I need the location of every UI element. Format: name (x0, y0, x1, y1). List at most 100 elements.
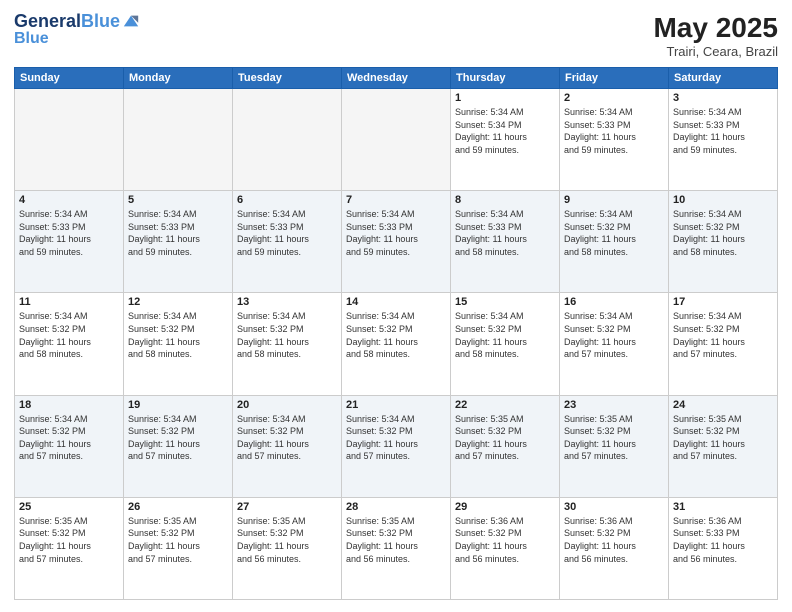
day-number: 31 (673, 501, 773, 513)
day-info: Sunrise: 5:34 AM Sunset: 5:32 PM Dayligh… (564, 208, 664, 258)
table-row: 31 Sunrise: 5:36 AM Sunset: 5:33 PM Dayli… (669, 497, 778, 599)
logo: GeneralBlue Blue (14, 12, 140, 48)
day-number: 4 (19, 194, 119, 206)
col-thursday: Thursday (451, 68, 560, 89)
table-row: 12 Sunrise: 5:34 AM Sunset: 5:32 PM Dayli… (124, 293, 233, 395)
location: Trairi, Ceara, Brazil (653, 44, 778, 59)
day-number: 25 (19, 501, 119, 513)
day-info: Sunrise: 5:34 AM Sunset: 5:33 PM Dayligh… (237, 208, 337, 258)
day-info: Sunrise: 5:34 AM Sunset: 5:33 PM Dayligh… (346, 208, 446, 258)
table-row: 7 Sunrise: 5:34 AM Sunset: 5:33 PM Daylig… (342, 191, 451, 293)
day-number: 24 (673, 399, 773, 411)
day-number: 23 (564, 399, 664, 411)
day-number: 11 (19, 296, 119, 308)
day-number: 28 (346, 501, 446, 513)
day-info: Sunrise: 5:34 AM Sunset: 5:32 PM Dayligh… (346, 310, 446, 360)
day-info: Sunrise: 5:34 AM Sunset: 5:33 PM Dayligh… (673, 106, 773, 156)
day-info: Sunrise: 5:34 AM Sunset: 5:32 PM Dayligh… (564, 310, 664, 360)
day-number: 10 (673, 194, 773, 206)
table-row: 13Sunrise: 5:34 AM Sunset: 5:32 PM Dayli… (233, 293, 342, 395)
day-number: 18 (19, 399, 119, 411)
day-info: Sunrise: 5:35 AM Sunset: 5:32 PM Dayligh… (346, 515, 446, 565)
table-row: 9 Sunrise: 5:34 AM Sunset: 5:32 PM Daylig… (560, 191, 669, 293)
day-info: Sunrise: 5:34 AM Sunset: 5:32 PM Dayligh… (128, 413, 228, 463)
table-row: 2 Sunrise: 5:34 AM Sunset: 5:33 PM Daylig… (560, 89, 669, 191)
table-row: 15 Sunrise: 5:34 AM Sunset: 5:32 PM Dayli… (451, 293, 560, 395)
table-row: 4 Sunrise: 5:34 AM Sunset: 5:33 PM Daylig… (15, 191, 124, 293)
header: GeneralBlue Blue May 2025 Trairi, Ceara,… (14, 12, 778, 59)
day-info: Sunrise: 5:34 AM Sunset: 5:32 PM Dayligh… (346, 413, 446, 463)
logo-icon (122, 12, 140, 30)
calendar-week-row: 25 Sunrise: 5:35 AM Sunset: 5:32 PM Dayli… (15, 497, 778, 599)
table-row: 10 Sunrise: 5:34 AM Sunset: 5:32 PM Dayli… (669, 191, 778, 293)
day-number: 19 (128, 399, 228, 411)
day-number: 22 (455, 399, 555, 411)
day-info: Sunrise: 5:36 AM Sunset: 5:33 PM Dayligh… (673, 515, 773, 565)
col-wednesday: Wednesday (342, 68, 451, 89)
table-row (233, 89, 342, 191)
day-info: Sunrise: 5:34 AM Sunset: 5:33 PM Dayligh… (19, 208, 119, 258)
table-row: 8Sunrise: 5:34 AM Sunset: 5:33 PM Daylig… (451, 191, 560, 293)
day-info: Sunrise: 5:34 AM Sunset: 5:32 PM Dayligh… (237, 413, 337, 463)
day-number: 1 (455, 92, 555, 104)
title-block: May 2025 Trairi, Ceara, Brazil (653, 12, 778, 59)
table-row: 6Sunrise: 5:34 AM Sunset: 5:33 PM Daylig… (233, 191, 342, 293)
table-row: 30Sunrise: 5:36 AM Sunset: 5:32 PM Dayli… (560, 497, 669, 599)
calendar-week-row: 18 Sunrise: 5:34 AM Sunset: 5:32 PM Dayli… (15, 395, 778, 497)
day-number: 12 (128, 296, 228, 308)
table-row: 24 Sunrise: 5:35 AM Sunset: 5:32 PM Dayli… (669, 395, 778, 497)
day-info: Sunrise: 5:35 AM Sunset: 5:32 PM Dayligh… (237, 515, 337, 565)
table-row (124, 89, 233, 191)
table-row: 21 Sunrise: 5:34 AM Sunset: 5:32 PM Dayli… (342, 395, 451, 497)
logo-blue: Blue (14, 30, 140, 48)
day-number: 8 (455, 194, 555, 206)
day-number: 29 (455, 501, 555, 513)
day-info: Sunrise: 5:36 AM Sunset: 5:32 PM Dayligh… (564, 515, 664, 565)
table-row: 11Sunrise: 5:34 AM Sunset: 5:32 PM Dayli… (15, 293, 124, 395)
table-row: 1 Sunrise: 5:34 AM Sunset: 5:34 PM Daylig… (451, 89, 560, 191)
day-info: Sunrise: 5:34 AM Sunset: 5:32 PM Dayligh… (19, 413, 119, 463)
page: GeneralBlue Blue May 2025 Trairi, Ceara,… (0, 0, 792, 612)
day-info: Sunrise: 5:34 AM Sunset: 5:32 PM Dayligh… (455, 310, 555, 360)
day-info: Sunrise: 5:36 AM Sunset: 5:32 PM Dayligh… (455, 515, 555, 565)
day-number: 7 (346, 194, 446, 206)
day-number: 27 (237, 501, 337, 513)
table-row: 25 Sunrise: 5:35 AM Sunset: 5:32 PM Dayli… (15, 497, 124, 599)
day-info: Sunrise: 5:34 AM Sunset: 5:32 PM Dayligh… (673, 208, 773, 258)
table-row: 26 Sunrise: 5:35 AM Sunset: 5:32 PM Dayli… (124, 497, 233, 599)
calendar-header-row: Sunday Monday Tuesday Wednesday Thursday… (15, 68, 778, 89)
day-info: Sunrise: 5:34 AM Sunset: 5:33 PM Dayligh… (564, 106, 664, 156)
day-number: 9 (564, 194, 664, 206)
calendar-week-row: 4 Sunrise: 5:34 AM Sunset: 5:33 PM Daylig… (15, 191, 778, 293)
calendar-week-row: 1 Sunrise: 5:34 AM Sunset: 5:34 PM Daylig… (15, 89, 778, 191)
day-info: Sunrise: 5:35 AM Sunset: 5:32 PM Dayligh… (564, 413, 664, 463)
table-row: 20Sunrise: 5:34 AM Sunset: 5:32 PM Dayli… (233, 395, 342, 497)
day-number: 21 (346, 399, 446, 411)
day-number: 26 (128, 501, 228, 513)
col-tuesday: Tuesday (233, 68, 342, 89)
day-number: 2 (564, 92, 664, 104)
day-number: 15 (455, 296, 555, 308)
table-row: 17 Sunrise: 5:34 AM Sunset: 5:32 PM Dayli… (669, 293, 778, 395)
day-info: Sunrise: 5:34 AM Sunset: 5:33 PM Dayligh… (128, 208, 228, 258)
table-row: 16Sunrise: 5:34 AM Sunset: 5:32 PM Dayli… (560, 293, 669, 395)
day-info: Sunrise: 5:35 AM Sunset: 5:32 PM Dayligh… (673, 413, 773, 463)
table-row: 29 Sunrise: 5:36 AM Sunset: 5:32 PM Dayli… (451, 497, 560, 599)
table-row: 18 Sunrise: 5:34 AM Sunset: 5:32 PM Dayli… (15, 395, 124, 497)
day-info: Sunrise: 5:35 AM Sunset: 5:32 PM Dayligh… (455, 413, 555, 463)
table-row (342, 89, 451, 191)
table-row: 22 Sunrise: 5:35 AM Sunset: 5:32 PM Dayli… (451, 395, 560, 497)
day-number: 17 (673, 296, 773, 308)
col-monday: Monday (124, 68, 233, 89)
day-info: Sunrise: 5:34 AM Sunset: 5:32 PM Dayligh… (128, 310, 228, 360)
logo-text: GeneralBlue (14, 12, 120, 32)
day-info: Sunrise: 5:34 AM Sunset: 5:32 PM Dayligh… (673, 310, 773, 360)
calendar-table: Sunday Monday Tuesday Wednesday Thursday… (14, 67, 778, 600)
day-info: Sunrise: 5:35 AM Sunset: 5:32 PM Dayligh… (128, 515, 228, 565)
day-info: Sunrise: 5:34 AM Sunset: 5:34 PM Dayligh… (455, 106, 555, 156)
col-saturday: Saturday (669, 68, 778, 89)
col-friday: Friday (560, 68, 669, 89)
table-row: 3Sunrise: 5:34 AM Sunset: 5:33 PM Daylig… (669, 89, 778, 191)
day-info: Sunrise: 5:35 AM Sunset: 5:32 PM Dayligh… (19, 515, 119, 565)
calendar-week-row: 11 Sunrise: 5:34 AM Sunset: 5:32 PM Dayli… (15, 293, 778, 395)
